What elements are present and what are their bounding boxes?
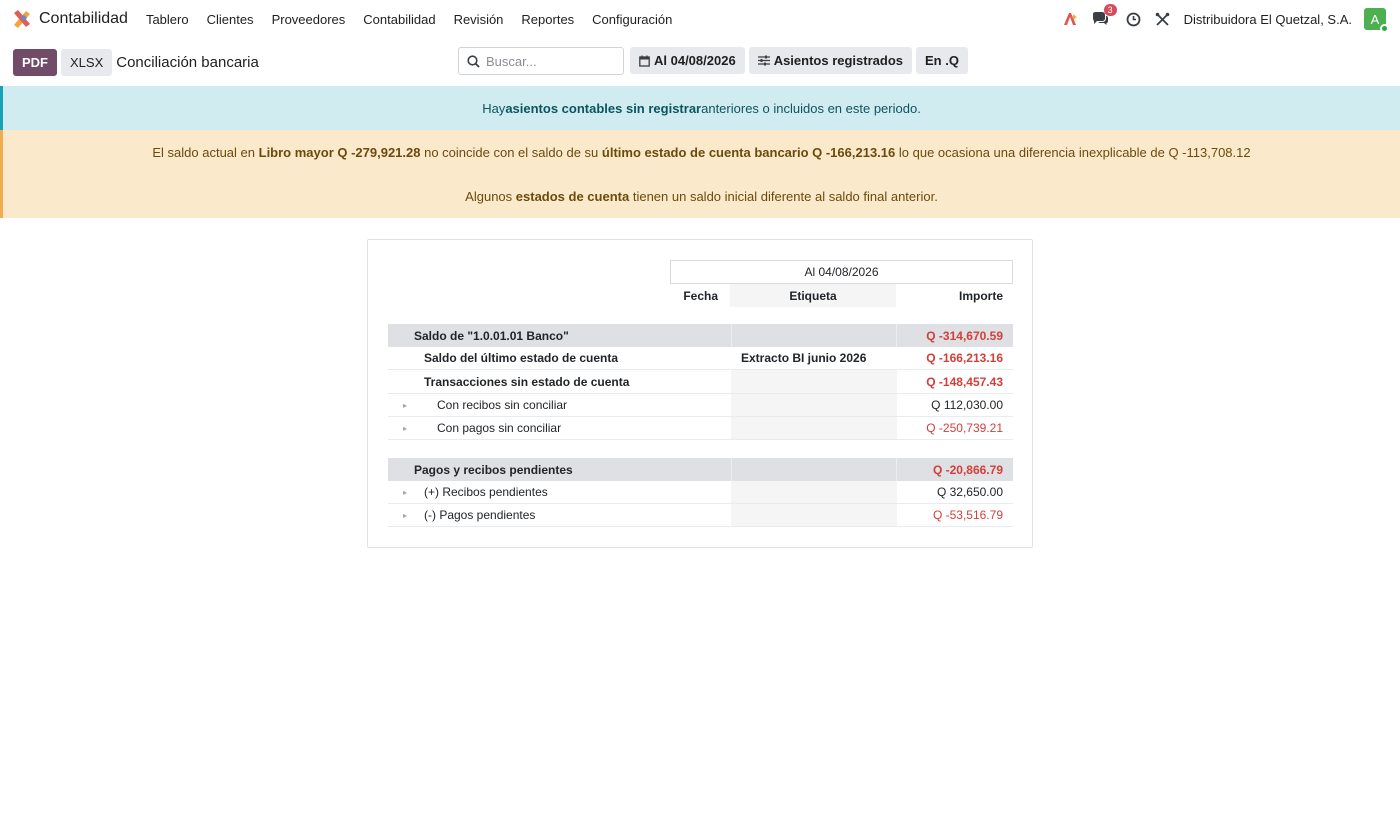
date-filter-button[interactable]: Al 04/08/2026 [630, 47, 745, 74]
row-etiqueta [731, 504, 897, 526]
top-navbar: Contabilidad Tablero Clientes Proveedore… [0, 0, 1400, 38]
filter-group: Al 04/08/2026 Asientos registrados En .Q [630, 47, 972, 74]
menu-configuracion[interactable]: Configuración [592, 12, 672, 27]
warn1-text-1: El saldo actual en [152, 144, 255, 160]
row-etiqueta [731, 370, 897, 393]
row-amount: Q 112,030.00 [931, 398, 1003, 412]
accounting-app-icon[interactable] [12, 9, 32, 29]
currency-filter-button[interactable]: En .Q [916, 47, 968, 74]
report-row-unstated-transactions[interactable]: Transacciones sin estado de cuenta Q -14… [388, 370, 1013, 394]
row-etiqueta [731, 394, 897, 416]
menu-clientes[interactable]: Clientes [207, 12, 254, 27]
expand-caret-icon[interactable]: ▸ [403, 424, 407, 433]
search-icon [467, 54, 480, 68]
menu-revision[interactable]: Revisión [454, 12, 504, 27]
row-etiqueta [731, 481, 897, 503]
report-rows: Saldo de "1.0.01.01 Banco" Q -314,670.59… [388, 324, 1013, 527]
row-label: (-) Pagos pendientes [424, 508, 536, 522]
row-label: Saldo de "1.0.01.01 Banco" [414, 328, 569, 343]
alert-info-text-post: anteriores o incluidos en este periodo. [701, 100, 921, 116]
messages-badge: 3 [1103, 4, 1117, 16]
row-etiqueta: Extracto BI junio 2026 [741, 351, 867, 365]
report-row-unreconciled-payments[interactable]: ▸ Con pagos sin conciliar Q -250,739.21 [388, 417, 1013, 440]
date-filter-label: Al 04/08/2026 [654, 53, 736, 68]
report-row-pending-receipts[interactable]: ▸ (+) Recibos pendientes Q 32,650.00 [388, 481, 1013, 504]
ai-assistant-icon[interactable] [1062, 10, 1080, 28]
row-etiqueta [731, 324, 897, 347]
row-amount: Q -148,457.43 [926, 374, 1003, 389]
balance-warning-alert: El saldo actual en Libro mayor Q -279,92… [0, 130, 1400, 218]
entries-filter-label: Asientos registrados [773, 53, 904, 68]
last-statement-link[interactable]: último estado de cuenta bancario Q -166,… [602, 145, 895, 160]
row-amount: Q -20,866.79 [932, 462, 1003, 477]
user-avatar[interactable]: A [1364, 8, 1389, 33]
alert-info-text-pre: Hay [482, 100, 506, 116]
row-label: (+) Recibos pendientes [424, 485, 548, 499]
activity-clock-icon[interactable] [1125, 10, 1143, 28]
unposted-entries-link[interactable]: asientos contables sin registrar [505, 101, 701, 116]
general-ledger-link[interactable]: Libro mayor Q -279,921.28 [259, 145, 421, 160]
control-panel: PDF XLSX Conciliación bancaria Al 04/08/… [0, 38, 1400, 86]
xlsx-button[interactable]: XLSX [61, 48, 113, 76]
reconciliation-report: Al 04/08/2026 Fecha Etiqueta Importe Sal… [367, 239, 1033, 548]
unposted-entries-alert: Hay asientos contables sin registrar ant… [0, 86, 1400, 130]
online-status-dot [1380, 24, 1389, 33]
row-amount: Q -250,739.21 [926, 421, 1003, 435]
entries-filter-button[interactable]: Asientos registrados [748, 47, 913, 74]
warn2-text-2: tienen un saldo inicial diferente al sal… [632, 188, 938, 204]
column-etiqueta[interactable]: Etiqueta [730, 284, 896, 307]
expand-caret-icon[interactable]: ▸ [403, 488, 407, 497]
menu-reportes[interactable]: Reportes [521, 12, 574, 27]
tools-icon[interactable] [1154, 10, 1172, 28]
expand-caret-icon[interactable]: ▸ [403, 401, 407, 410]
column-headers: Fecha Etiqueta Importe [670, 284, 1013, 307]
column-fecha[interactable]: Fecha [670, 284, 730, 307]
row-etiqueta [731, 417, 897, 439]
sliders-icon [757, 55, 770, 66]
page-title: Conciliación bancaria [116, 53, 259, 71]
menu-proveedores[interactable]: Proveedores [272, 12, 346, 27]
row-amount: Q 32,650.00 [936, 485, 1003, 499]
navbar-right: 3 Distribuidora El Quetzal, S.A. A [1051, 4, 1389, 33]
warn1-text-2: no coincide con el saldo de su [424, 144, 599, 160]
report-row-unreconciled-receipts[interactable]: ▸ Con recibos sin conciliar Q 112,030.00 [388, 394, 1013, 417]
messages-icon[interactable]: 3 [1091, 4, 1117, 28]
period-header: Al 04/08/2026 [670, 260, 1013, 284]
bank-statements-link[interactable]: estados de cuenta [516, 189, 629, 204]
menu-contabilidad[interactable]: Contabilidad [363, 12, 435, 27]
avatar-letter: A [1370, 11, 1380, 27]
row-label: Con recibos sin conciliar [437, 398, 568, 412]
row-label: Transacciones sin estado de cuenta [424, 374, 630, 389]
expand-caret-icon[interactable]: ▸ [403, 511, 407, 520]
menu-tablero[interactable]: Tablero [146, 12, 189, 27]
app-name[interactable]: Contabilidad [39, 10, 128, 28]
row-label: Saldo del último estado de cuenta [424, 351, 619, 365]
warn1-text-3: lo que ocasiona una diferencia inexplica… [898, 144, 1251, 160]
report-row-bank-balance[interactable]: Saldo de "1.0.01.01 Banco" Q -314,670.59 [388, 324, 1013, 347]
search-box[interactable] [458, 47, 624, 75]
row-etiqueta [731, 458, 897, 481]
company-switcher[interactable]: Distribuidora El Quetzal, S.A. [1184, 12, 1352, 27]
report-row-pending-total[interactable]: Pagos y recibos pendientes Q -20,866.79 [388, 458, 1013, 481]
balance-mismatch-line: El saldo actual en Libro mayor Q -279,92… [152, 130, 1250, 174]
warn2-text-1: Algunos [465, 188, 513, 204]
statement-balance-line: Algunos estados de cuenta tienen un sald… [465, 174, 938, 218]
report-row-last-statement[interactable]: Saldo del último estado de cuenta Extrac… [388, 347, 1013, 370]
calendar-icon [639, 55, 650, 67]
currency-filter-label: En .Q [925, 53, 959, 68]
row-label: Con pagos sin conciliar [437, 421, 562, 435]
row-amount: Q -166,213.16 [926, 351, 1003, 365]
row-amount: Q -314,670.59 [926, 328, 1003, 343]
column-importe[interactable]: Importe [896, 284, 1013, 307]
row-amount: Q -53,516.79 [932, 508, 1003, 522]
report-row-pending-payments[interactable]: ▸ (-) Pagos pendientes Q -53,516.79 [388, 504, 1013, 527]
pdf-button[interactable]: PDF [13, 48, 57, 76]
search-input[interactable] [486, 53, 611, 69]
row-label: Pagos y recibos pendientes [414, 462, 573, 477]
